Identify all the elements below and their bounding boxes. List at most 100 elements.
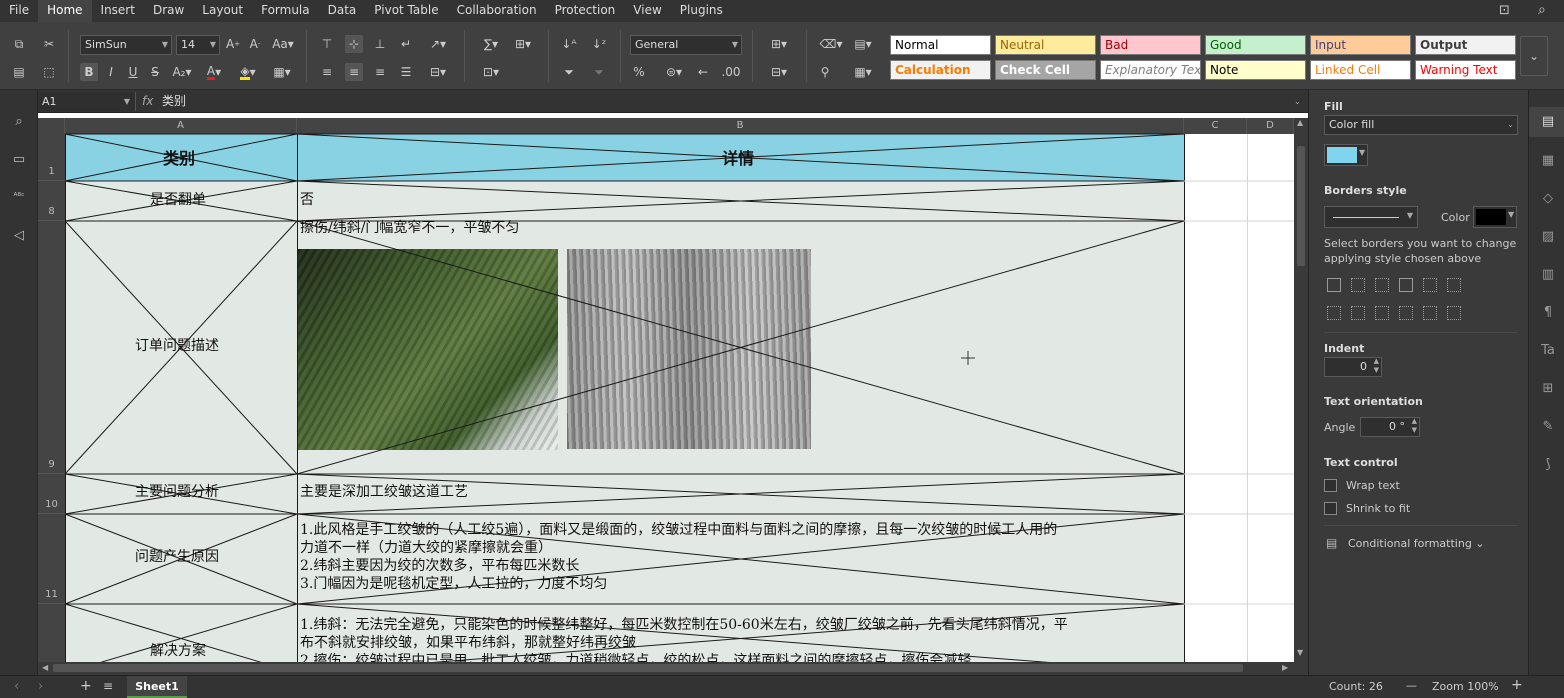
fill-color-icon[interactable]: ◈ ▾ [234,63,262,81]
delete-cells-icon[interactable]: ⊟▾ [764,63,794,81]
menu-item-home[interactable]: Home [38,0,92,22]
prev-sheet-icon[interactable]: ‹ [14,679,19,694]
text-art-icon[interactable]: Ta [1539,341,1557,359]
wrap-text-checkbox[interactable] [1324,479,1337,492]
fill-type-select[interactable]: Color fill ⌄ [1324,115,1518,135]
cell-b11-line1[interactable]: 1.此风格是手工绞皱的（人工绞5遍），面料又是缎面的，绞皱过程中面料与面料之间的… [300,522,1057,539]
align-bottom-icon[interactable]: ⊥ [371,35,389,53]
menu-item-formula[interactable]: Formula [252,0,319,22]
fill-color-picker[interactable]: ▼ [1324,144,1368,166]
inner-vertical-icon[interactable] [1351,306,1365,320]
cell-a1[interactable]: 类别 [163,150,195,167]
paste-icon[interactable]: ▤ [10,63,28,81]
table-settings-icon[interactable]: ▦ [1539,151,1557,169]
sort-ascending-icon[interactable]: ↓ᴬ [560,35,578,53]
menu-item-file[interactable]: File [0,0,38,22]
style-output[interactable]: Output [1415,35,1516,55]
cell-b11-line2[interactable]: 力道不一样（力道大绞的紧摩擦就会重） [300,540,552,557]
cell-settings-icon[interactable]: ▤ [1539,112,1557,130]
align-right-icon[interactable]: ≡ [371,63,389,81]
underline-button[interactable]: U [124,63,142,81]
search-top-icon[interactable]: ⌕ [1538,2,1546,18]
signature-icon[interactable]: ✎ [1539,417,1557,435]
cell-a11[interactable]: 问题产生原因 [135,549,219,566]
spellcheck-icon[interactable]: ᴬᴮᶜ [10,188,28,206]
style-linked-cell[interactable]: Linked Cell [1310,60,1411,80]
next-sheet-icon[interactable]: › [38,679,43,694]
text-orientation-icon[interactable]: ↗▾ [424,35,452,53]
spreadsheet-grid[interactable]: A B C D 1 8 9 10 11 类别 详情 是否翻单 否 订单问题描述 … [38,113,1308,675]
formula-input[interactable]: 类别 [160,92,1300,111]
border-style-select[interactable]: ▼ [1324,206,1418,228]
style-good[interactable]: Good [1205,35,1306,55]
style-warning-text[interactable]: Warning Text [1415,60,1516,80]
format-as-table-icon[interactable]: ▦▾ [848,63,878,81]
feedback-icon[interactable]: ◁ [10,226,28,244]
style-explanatory-tex[interactable]: Explanatory Tex [1100,60,1201,80]
menu-item-draw[interactable]: Draw [144,0,193,22]
copy-icon[interactable]: ⧉ [10,35,28,53]
style-note[interactable]: Note [1205,60,1306,80]
image-settings-icon[interactable]: ▨ [1539,227,1557,245]
filter-icon[interactable]: ⏷ [560,63,578,81]
paragraph-settings-icon[interactable]: ¶ [1539,303,1557,321]
font-color-icon[interactable]: A ▾ [200,63,228,81]
zoom-out-button[interactable]: — [1406,679,1417,692]
menu-item-insert[interactable]: Insert [92,0,144,22]
conditional-formatting-button[interactable]: Conditional formatting ⌄ [1348,537,1485,550]
subscript-icon[interactable]: A₂▾ [168,63,196,81]
borders-icon[interactable]: ▦▾ [268,63,296,81]
indent-input[interactable]: 0 ▲ ▼ [1324,357,1382,377]
sheet-list-icon[interactable]: ≡ [103,679,113,693]
cell-b12-line2[interactable]: 布不斜就安排绞皱，如果平布纬斜，那就整好纬再绞皱 [300,635,636,652]
merge-cells-icon[interactable]: ⊟▾ [424,63,452,81]
inner-borders-icon[interactable] [1375,278,1389,292]
shrink-to-fit-checkbox[interactable] [1324,502,1337,515]
cell-b11-line3[interactable]: 2.纬斜主要因为绞的次数多，平布每匹米数长 [300,558,579,575]
inner-horizontal-icon[interactable] [1423,306,1437,320]
font-name-select[interactable]: SimSun ▼ [80,35,172,55]
cell-b12-line1[interactable]: 1.纬斜：无法完全避免，只能染色的时候整纬整好，每匹米数控制在50-60米左右，… [300,617,1068,634]
style-bad[interactable]: Bad [1100,35,1201,55]
search-icon[interactable]: ⌕ [10,112,28,130]
no-borders-icon[interactable] [1351,278,1365,292]
cell-b11-line4[interactable]: 3.门幅因为是呢毯机定型，人工拉的，力度不均匀 [300,576,607,593]
style-check-cell[interactable]: Check Cell [995,60,1096,80]
font-size-select[interactable]: 14 ▼ [176,35,220,55]
name-box[interactable]: A1 ▼ [38,92,136,111]
increase-font-icon[interactable]: A + [224,35,242,53]
menu-item-pivot-table[interactable]: Pivot Table [365,0,447,22]
align-left-icon[interactable]: ≡ [318,63,336,81]
percent-icon[interactable]: % [630,63,648,81]
border-color-picker[interactable]: ▼ [1473,206,1517,228]
comments-icon[interactable]: ▭ [10,150,28,168]
insert-function-icon[interactable]: ⊞▾ [508,35,538,53]
open-file-location-icon[interactable]: ⊡ [1499,3,1510,18]
named-ranges-icon[interactable]: ⊡▾ [476,63,506,81]
bold-button[interactable]: B [80,63,98,81]
left-border-icon[interactable] [1327,306,1341,320]
wrap-text-icon[interactable]: ↵ [397,35,415,53]
top-border-icon[interactable] [1399,306,1413,320]
add-sheet-icon[interactable]: + [80,678,92,694]
cut-icon[interactable]: ✂ [40,35,58,53]
align-center-icon[interactable]: ≡ [345,63,363,81]
cell-a9[interactable]: 订单问题描述 [135,338,219,355]
fx-icon[interactable]: fx [142,92,153,111]
conditional-format-icon[interactable]: ▤▾ [848,35,878,53]
horizontal-scrollbar[interactable]: ◀ ▶ [38,662,1308,675]
clear-icon[interactable]: ⌫▾ [816,35,846,53]
sum-icon[interactable]: ∑▾ [476,35,506,53]
style-calculation[interactable]: Calculation [890,60,991,80]
style-input[interactable]: Input [1310,35,1411,55]
cell-a12[interactable]: 解决方案 [150,643,206,660]
align-top-icon[interactable]: ⊤ [318,35,336,53]
vertical-scrollbar[interactable]: ▲ ▼ [1294,118,1308,662]
cell-b10[interactable]: 主要是深加工绞皱这道工艺 [300,484,468,501]
cell-a8[interactable]: 是否翻单 [150,192,206,209]
styles-expand-icon[interactable]: ⌄ [1520,36,1548,76]
sort-descending-icon[interactable]: ↓ᶻ [590,35,608,53]
zoom-in-button[interactable]: + [1511,677,1523,693]
cell-b9[interactable]: 擦伤/纬斜/门幅宽窄不一，平皱不匀 [300,220,519,237]
strikethrough-button[interactable]: S [146,63,164,81]
